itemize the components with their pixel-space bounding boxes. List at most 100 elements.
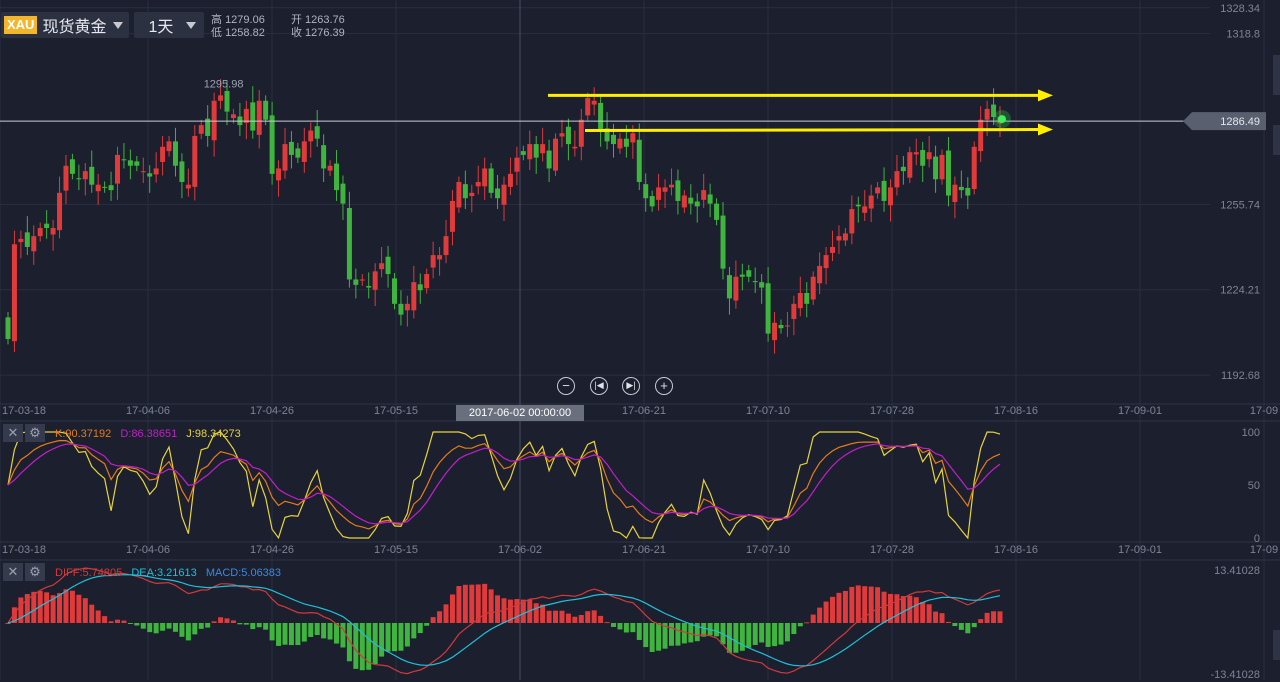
- macd-bar: [495, 595, 501, 623]
- date-tick-label: 17-05-15: [374, 405, 418, 417]
- symbol-selector[interactable]: XAU 现货黄金: [1, 12, 130, 38]
- macd-bar: [855, 585, 861, 623]
- macd-bar: [172, 623, 178, 632]
- side-panel-tab[interactable]: [1273, 125, 1280, 155]
- kdj-controls: ✕ ⚙: [3, 424, 45, 442]
- gear-icon[interactable]: ⚙: [25, 424, 45, 442]
- close-icon[interactable]: ✕: [3, 424, 23, 442]
- symbol-name: 现货黄金: [42, 19, 107, 36]
- macd-bar: [559, 610, 565, 623]
- macd-bar: [823, 601, 829, 623]
- macd-bar: [282, 623, 288, 645]
- candle-body: [887, 187, 893, 206]
- macd-bar: [585, 611, 591, 623]
- dea-value: DEA:3.21613: [131, 567, 197, 579]
- macd-bar: [192, 623, 198, 635]
- chevron-down-icon: [186, 21, 197, 29]
- macd-bar: [69, 590, 75, 623]
- close-value: 1276.39: [305, 27, 345, 39]
- d-value: D:86.38651: [120, 428, 178, 440]
- diff-value: DIFF:5.74805: [55, 567, 123, 579]
- candle-body: [5, 317, 11, 340]
- macd-bar: [398, 623, 404, 651]
- price-tick-label: 1224.21: [1220, 285, 1260, 297]
- candle-body: [185, 184, 191, 189]
- kdj-tick-label: 50: [1248, 480, 1260, 492]
- macd-bar: [89, 604, 95, 623]
- date-tick-label: 17-09: [1250, 405, 1278, 417]
- candle-body: [482, 168, 488, 187]
- candle-body: [520, 151, 526, 155]
- candle-body: [269, 115, 275, 174]
- macd-bar: [166, 623, 172, 629]
- candle-body: [849, 209, 855, 234]
- macd-bar: [340, 623, 346, 648]
- gear-icon[interactable]: ⚙: [25, 563, 45, 581]
- candle-body: [817, 265, 823, 284]
- candle-body: [134, 161, 140, 166]
- candle-body: [707, 194, 713, 204]
- candle-body: [31, 236, 37, 252]
- candle-body: [611, 134, 617, 145]
- macd-bar: [546, 610, 552, 623]
- period-value: 1天: [148, 19, 174, 36]
- candle-body: [656, 187, 662, 200]
- candle-body: [462, 184, 468, 199]
- macd-bar: [321, 623, 327, 639]
- candle-body: [321, 145, 327, 169]
- macd-bar: [578, 615, 584, 623]
- trend-arrow-head: [1038, 89, 1053, 102]
- macd-bar: [958, 623, 964, 630]
- price-chart-canvas[interactable]: 1328.34 1318.8 1255.74 1224.21 1192.68 1286.4…: [0, 0, 1280, 682]
- candle-body: [913, 152, 919, 155]
- period-selector[interactable]: 1天: [134, 12, 205, 38]
- kdj-tick-label: 0: [1254, 533, 1260, 545]
- close-icon[interactable]: ✕: [3, 563, 23, 581]
- candle-body: [984, 108, 990, 120]
- candle-body: [630, 133, 636, 143]
- zoom-out-button[interactable]: −: [557, 377, 575, 395]
- macd-bar: [894, 594, 900, 623]
- candle-body: [842, 233, 848, 241]
- macd-bar: [965, 623, 971, 634]
- candle-body: [115, 154, 121, 184]
- candle-body: [907, 152, 913, 178]
- candle-body: [366, 285, 372, 288]
- macd-bar: [733, 623, 739, 653]
- macd-bar: [430, 617, 436, 623]
- candle-body: [694, 201, 700, 207]
- macd-bar: [849, 586, 855, 623]
- macd-bar: [791, 623, 797, 635]
- side-panel-tab[interactable]: [1273, 55, 1280, 95]
- scroll-end-button[interactable]: ▶|: [622, 377, 640, 395]
- date-tick-label: 17-06-21: [622, 405, 666, 417]
- candle-body: [218, 95, 224, 101]
- macd-bar: [160, 623, 166, 631]
- candle-body: [346, 207, 352, 280]
- scroll-start-button[interactable]: |◀: [590, 377, 608, 395]
- high-value: 1279.06: [225, 14, 265, 26]
- candle-body: [894, 171, 900, 188]
- side-panel-tab[interactable]: [1273, 630, 1280, 660]
- macd-bar: [797, 623, 803, 627]
- macd-bar: [462, 584, 468, 623]
- macd-bar: [810, 614, 816, 623]
- macd-bar: [250, 623, 256, 630]
- macd-bar: [617, 623, 623, 630]
- candle-body: [926, 152, 932, 160]
- macd-bar: [353, 623, 359, 669]
- macd-bar: [817, 607, 823, 623]
- macd-bar: [359, 623, 365, 671]
- candle-body: [945, 150, 951, 196]
- macd-bar: [643, 623, 649, 648]
- candle-body: [836, 236, 842, 241]
- kdj-tick-label: 100: [1242, 427, 1260, 439]
- date-tick-label: 17-09: [1250, 544, 1278, 556]
- macd-bar: [153, 623, 159, 634]
- date-tick-label: 17-08-16: [994, 544, 1038, 556]
- candle-body: [24, 232, 30, 247]
- macd-bar: [417, 623, 423, 634]
- candle-body: [256, 100, 262, 135]
- macd-bar: [5, 623, 11, 624]
- zoom-in-button[interactable]: +: [655, 377, 673, 395]
